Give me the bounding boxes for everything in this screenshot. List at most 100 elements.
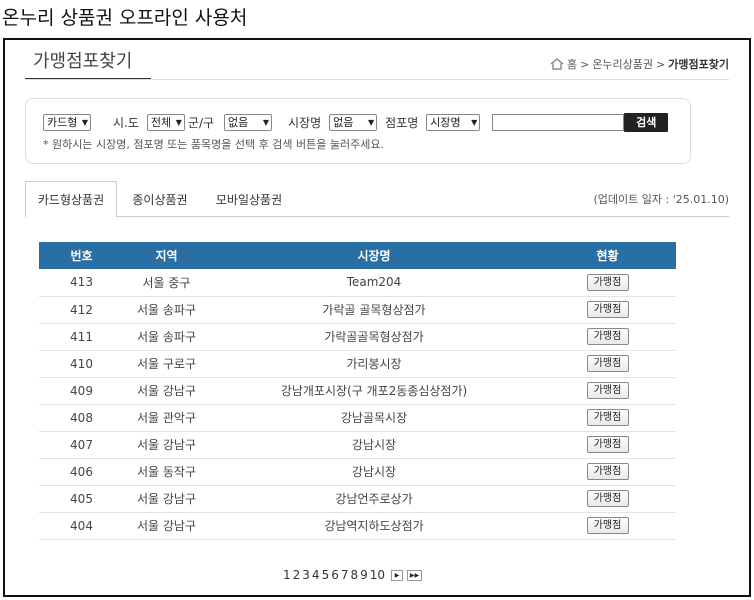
sido-select[interactable]: 전체 ▼ [146, 113, 185, 131]
breadcrumb-parent[interactable]: 온누리상품권 [592, 56, 653, 72]
cell-no: 407 [39, 431, 124, 459]
cell-no: 405 [39, 485, 124, 513]
breadcrumb-separator: > [656, 57, 666, 71]
page-link[interactable]: 10 [370, 568, 385, 582]
breadcrumb-separator: > [580, 57, 590, 71]
header-no: 번호 [39, 242, 124, 269]
gungu-label: 군/구 [187, 115, 215, 130]
last-page-icon[interactable]: ▶▶ [407, 569, 423, 581]
section-title-area: 가맹점포찾기 [25, 48, 151, 80]
search-row: 카드형 ▼ 시.도 전체 ▼ 군/구 없음 ▼ 시장명 없음 ▼ 점포명 시장명… [43, 112, 669, 132]
page-link[interactable]: 2 [293, 568, 301, 582]
store-status-button[interactable]: 가맹점 [586, 517, 629, 534]
page-link[interactable]: 3 [302, 568, 310, 582]
cell-market: 가락골골목형상점가 [209, 323, 539, 351]
page-link[interactable]: 5 [322, 568, 330, 582]
cell-no: 410 [39, 350, 124, 378]
table-row: 407 서울 강남구 강남시장 가맹점 [39, 431, 676, 459]
cell-market: 강남역지하도상점가 [209, 512, 539, 540]
store-status-button[interactable]: 가맹점 [586, 273, 629, 291]
cell-no: 411 [39, 323, 124, 351]
table-row: 404 서울 강남구 강남역지하도상점가 가맹점 [39, 512, 676, 540]
cell-status: 가맹점 [539, 458, 676, 486]
header-status: 현황 [539, 242, 676, 269]
cell-market: 강남시장 [209, 431, 539, 459]
table-row: 406 서울 동작구 강남시장 가맹점 [39, 458, 676, 486]
table-row: 411 서울 송파구 가락골골목형상점가 가맹점 [39, 323, 676, 351]
table-row: 409 서울 강남구 강남개포시장(구 개포2동종심상점가) 가맹점 [39, 377, 676, 405]
page-link[interactable]: 7 [341, 568, 349, 582]
update-date: (업데이트 일자 : '25.01.10) [593, 193, 729, 206]
cell-market: Team204 [209, 269, 539, 297]
market-select[interactable]: 없음 ▼ [329, 113, 378, 131]
next-page-icon[interactable]: ▶ [391, 569, 404, 581]
card-type-select[interactable]: 카드형 ▼ [43, 113, 91, 131]
card-type-select-value: 카드형 [47, 116, 78, 129]
breadcrumb: 홈 > 온누리상품권 > 가맹점포찾기 [550, 56, 729, 72]
chevron-down-icon: ▼ [81, 117, 88, 127]
tab-bar: 카드형상품권 종이상품권 모바일상품권 (업데이트 일자 : '25.01.10… [25, 181, 729, 218]
search-input[interactable] [492, 113, 625, 131]
store-status-button[interactable]: 가맹점 [586, 301, 629, 318]
cell-no: 413 [39, 269, 124, 297]
tab-card-voucher[interactable]: 카드형상품권 [25, 181, 117, 218]
store-status-button[interactable]: 가맹점 [586, 436, 629, 453]
cell-region: 서울 관악구 [124, 404, 209, 432]
cell-region: 서울 강남구 [124, 485, 209, 513]
store-select-value: 시장명 [430, 116, 461, 129]
cell-region: 서울 동작구 [124, 458, 209, 486]
cell-status: 가맹점 [539, 485, 676, 513]
cell-status: 가맹점 [539, 512, 676, 540]
store-select[interactable]: 시장명 ▼ [426, 113, 481, 131]
cell-status: 가맹점 [539, 431, 676, 459]
store-status-button[interactable]: 가맹점 [586, 463, 629, 480]
store-table: 번호 지역 시장명 현황 413 서울 중구 Team204 가맹점 412 서… [39, 242, 676, 540]
page-link[interactable]: 4 [312, 568, 320, 582]
market-label: 시장명 [288, 115, 322, 130]
page-link[interactable]: 1 [283, 568, 291, 582]
tab-mobile-voucher[interactable]: 모바일상품권 [203, 181, 295, 217]
cell-no: 406 [39, 458, 124, 486]
cell-region: 서울 중구 [124, 269, 209, 297]
cell-market: 가리봉시장 [209, 350, 539, 378]
sido-select-value: 전체 [150, 116, 172, 129]
cell-status: 가맹점 [539, 296, 676, 324]
tab-paper-voucher[interactable]: 종이상품권 [121, 181, 199, 217]
search-panel: 카드형 ▼ 시.도 전체 ▼ 군/구 없음 ▼ 시장명 없음 ▼ 점포명 시장명… [25, 98, 691, 164]
cell-market: 강남골목시장 [209, 404, 539, 432]
cell-region: 서울 송파구 [124, 323, 209, 351]
home-icon[interactable] [550, 58, 564, 70]
cell-status: 가맹점 [539, 323, 676, 351]
table-row: 405 서울 강남구 강남언주로상가 가맹점 [39, 485, 676, 513]
header-market: 시장명 [209, 242, 539, 269]
table-header-row: 번호 지역 시장명 현황 [39, 242, 676, 269]
table-row: 410 서울 구로구 가리봉시장 가맹점 [39, 350, 676, 378]
store-status-button[interactable]: 가맹점 [586, 409, 629, 426]
table-row: 412 서울 송파구 가락골 골목형상점가 가맹점 [39, 296, 676, 324]
cell-no: 412 [39, 296, 124, 324]
header-region: 지역 [124, 242, 209, 269]
breadcrumb-home[interactable]: 홈 [567, 56, 577, 72]
page-link[interactable]: 6 [331, 568, 339, 582]
cell-region: 서울 송파구 [124, 296, 209, 324]
page-heading: 온누리 상품권 오프라인 사용처 [2, 7, 248, 29]
store-status-button[interactable]: 가맹점 [586, 490, 629, 507]
section-title: 가맹점포찾기 [33, 51, 133, 72]
cell-status: 가맹점 [539, 350, 676, 378]
cell-no: 408 [39, 404, 124, 432]
search-button[interactable]: 검색 [624, 112, 669, 132]
store-status-button[interactable]: 가맹점 [586, 382, 629, 399]
table-row: 413 서울 중구 Team204 가맹점 [39, 269, 676, 297]
breadcrumb-current: 가맹점포찾기 [668, 58, 729, 71]
cell-status: 가맹점 [539, 404, 676, 432]
gungu-select[interactable]: 없음 ▼ [224, 113, 273, 131]
chevron-down-icon: ▼ [262, 117, 270, 127]
page-link[interactable]: 9 [360, 568, 368, 582]
store-status-button[interactable]: 가맹점 [586, 328, 629, 345]
page-link[interactable]: 8 [350, 568, 358, 582]
search-hint: * 원하시는 시장명, 점포명 또는 품목명을 선택 후 검색 버튼을 눌러주세… [43, 138, 384, 151]
chevron-down-icon: ▼ [471, 117, 478, 127]
gungu-select-value: 없음 [228, 116, 249, 129]
store-status-button[interactable]: 가맹점 [586, 355, 629, 372]
market-select-value: 없음 [333, 116, 354, 129]
